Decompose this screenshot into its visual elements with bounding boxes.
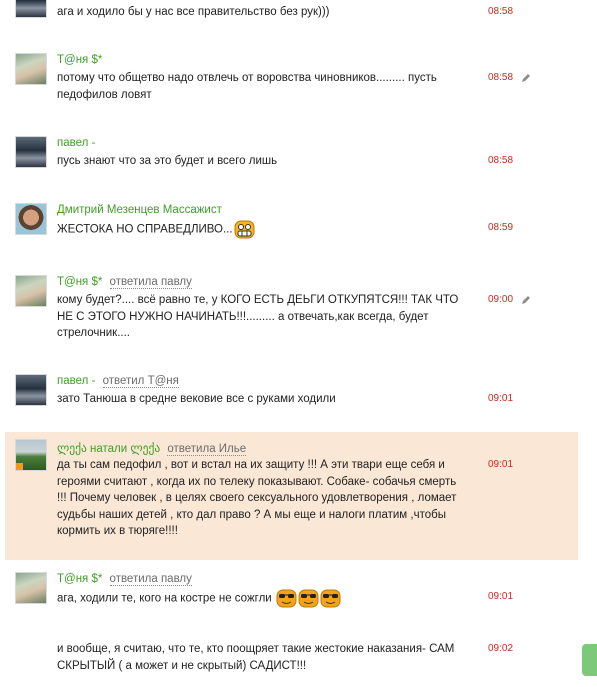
status-badge — [16, 463, 23, 470]
comment-header: Дмитрий Мезенцев Массажист — [57, 204, 222, 216]
comment-item-highlighted: ლექა натали ლექა ответила Илье да ты сам… — [5, 432, 578, 560]
comment-text: ага и ходило бы у нас все правительство … — [57, 6, 330, 18]
reply-to-link[interactable]: ответила Илье — [167, 443, 247, 456]
comment-item: Дмитрий Мезенцев Массажист ЖЕСТОКА НО СП… — [0, 200, 578, 260]
comment-feed: ага и ходило бы у нас все правительство … — [0, 0, 597, 687]
avatar[interactable] — [15, 53, 47, 85]
comment-item: павел - ответил T@ня зато Танюша в средн… — [0, 371, 578, 426]
comment-time[interactable]: 09:01 — [488, 459, 513, 470]
comment-header: павел - ответил T@ня — [57, 375, 179, 388]
comment-time[interactable]: 09:01 — [488, 591, 513, 602]
avatar[interactable] — [15, 439, 47, 471]
comment-text: ага, ходили те, кого на костре не сожгли — [57, 589, 477, 608]
comment-time[interactable]: 08:58 — [488, 72, 513, 83]
author-link[interactable]: павел - — [57, 375, 95, 387]
author-link[interactable]: павел - — [57, 137, 95, 149]
pencil-icon[interactable] — [521, 73, 531, 83]
avatar[interactable] — [15, 374, 47, 406]
comment-time[interactable]: 08:58 — [488, 6, 513, 17]
comment-time[interactable]: 08:59 — [488, 222, 513, 233]
avatar[interactable] — [15, 572, 47, 604]
sunglasses-smiley-icon — [276, 589, 297, 608]
author-link[interactable]: T@ня $* — [57, 276, 102, 288]
comment-header: павел - — [57, 137, 95, 149]
comment-header: T@ня $* ответила павлу — [57, 573, 192, 586]
comment-text-body: ага, ходили те, кого на костре не сожгли — [57, 592, 272, 605]
comment-item: павел - пусь знают что за это будет и вс… — [0, 133, 578, 193]
avatar[interactable] — [15, 0, 47, 18]
sunglasses-smiley-icon — [298, 589, 319, 608]
avatar[interactable] — [15, 136, 47, 168]
comment-text: пусь знают что за это будет и всего лишь — [57, 155, 278, 167]
comment-text: ЖЕСТОКА НО СПРАВЕДЛИВО... — [57, 220, 467, 239]
comment-text: и вообще, я считаю, что те, кто поощряет… — [57, 643, 455, 672]
comment-text: да ты сам педофил , вот и встал на их за… — [57, 459, 457, 537]
avatar[interactable] — [15, 203, 47, 235]
comment-text: кому будет?.... всё равно те, у КОГО ЕСТ… — [57, 294, 459, 339]
comment-item: T@ня $* ответила павлу кому будет?.... в… — [0, 272, 578, 357]
scroll-tab[interactable] — [582, 644, 597, 676]
comment-item: и вообще, я считаю, что те, кто поощряет… — [0, 636, 578, 687]
comment-text: зато Танюша в средне вековие все с рукам… — [57, 393, 336, 405]
comment-text: потому что общетво надо отвлечь от воров… — [57, 72, 437, 101]
comment-item: T@ня $* ответила павлу ага, ходили те, к… — [0, 569, 578, 629]
grinning-smiley-icon — [234, 220, 255, 239]
comment-item: ага и ходило бы у нас все правительство … — [0, 0, 578, 40]
author-link[interactable]: Дмитрий Мезенцев Массажист — [57, 204, 222, 216]
avatar[interactable] — [15, 275, 47, 307]
comment-time[interactable]: 09:00 — [488, 294, 513, 305]
comment-text-body: ЖЕСТОКА НО СПРАВЕДЛИВО... — [57, 223, 233, 236]
comment-time[interactable]: 08:58 — [488, 155, 513, 166]
reply-to-link[interactable]: ответила павлу — [109, 276, 192, 289]
comment-header: T@ня $* — [57, 54, 102, 66]
comment-time[interactable]: 09:02 — [488, 643, 513, 654]
reply-to-link[interactable]: ответила павлу — [109, 573, 192, 586]
sunglasses-smiley-icon — [320, 589, 341, 608]
author-link[interactable]: T@ня $* — [57, 573, 102, 585]
comment-item: T@ня $* потому что общетво надо отвлечь … — [0, 50, 578, 130]
reply-to-link[interactable]: ответил T@ня — [102, 375, 179, 388]
comment-header: ლექა натали ლექა ответила Илье — [57, 441, 247, 456]
comment-header: T@ня $* ответила павлу — [57, 276, 192, 289]
author-link[interactable]: T@ня $* — [57, 54, 102, 66]
pencil-icon[interactable] — [521, 295, 531, 305]
author-link[interactable]: ლექა натали ლექა — [57, 443, 160, 455]
comment-time[interactable]: 09:01 — [488, 393, 513, 404]
